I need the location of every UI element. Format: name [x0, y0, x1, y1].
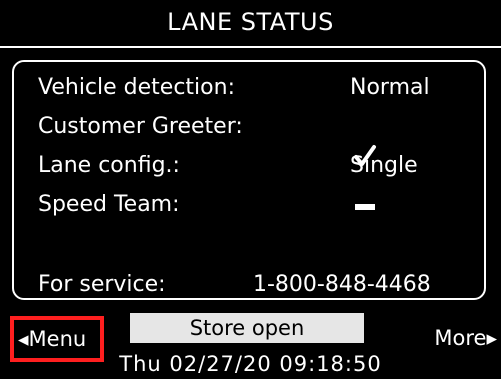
store-status-badge: Store open [130, 313, 364, 343]
chevron-right-icon: ▸ [486, 326, 497, 350]
vehicle-detection-value: Normal [350, 75, 430, 100]
customer-greeter-label: Customer Greeter: [38, 114, 243, 139]
speed-team-label: Speed Team: [38, 192, 180, 217]
lane-config-value: Single [350, 153, 418, 178]
title-divider [0, 46, 501, 48]
chevron-left-icon: ◂ [18, 327, 29, 351]
dash-icon [355, 204, 375, 210]
more-button[interactable]: More▸ [434, 325, 497, 351]
service-label: For service: [38, 272, 166, 297]
vehicle-detection-label: Vehicle detection: [38, 75, 235, 100]
more-button-label: More [434, 326, 487, 350]
service-phone: 1-800-848-4468 [253, 272, 431, 297]
date-time-display: Thu 02/27/20 09:18:50 [119, 352, 382, 376]
lane-config-label: Lane config.: [38, 153, 180, 178]
screen-title: LANE STATUS [167, 8, 334, 36]
menu-button-label: Menu [28, 327, 87, 351]
